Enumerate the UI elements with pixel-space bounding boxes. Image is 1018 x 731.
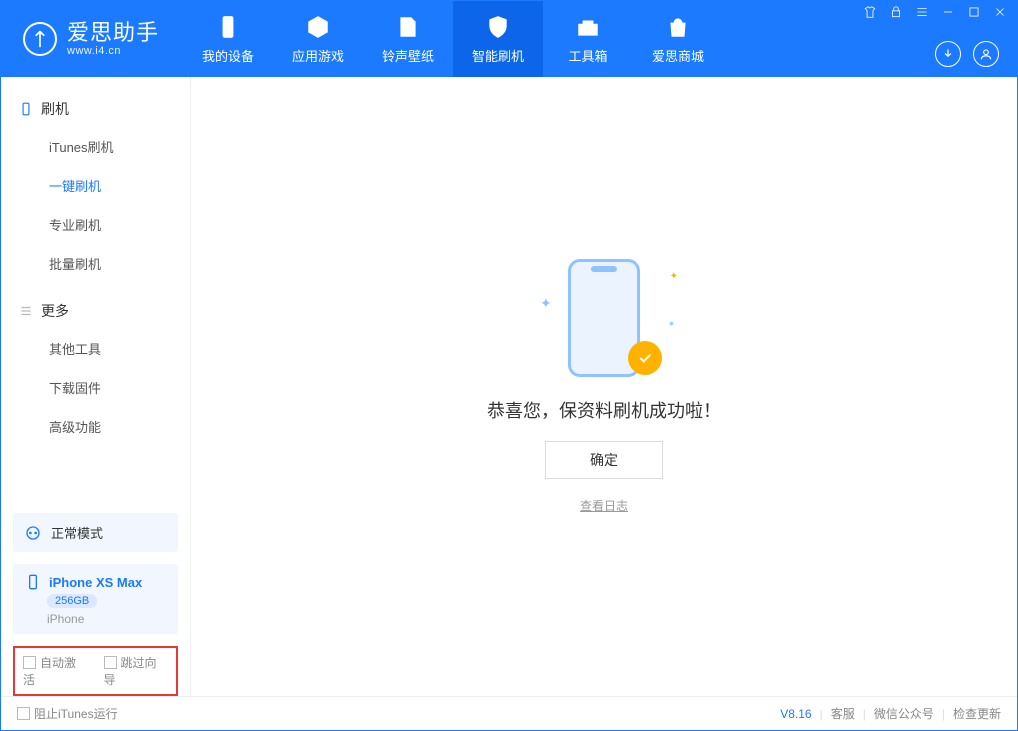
tab-my-device[interactable]: 我的设备 [183,1,273,77]
tab-label: 应用游戏 [292,46,344,65]
device-type: iPhone [47,612,84,626]
tab-store[interactable]: 爱思商城 [633,1,723,77]
device-mode-card[interactable]: 正常模式 [13,513,178,552]
status-bar: 阻止iTunes运行 V8.16 | 客服 | 微信公众号 | 检查更新 [1,696,1017,730]
bag-icon [665,14,691,40]
sidebar-item-batch-flash[interactable]: 批量刷机 [1,244,190,283]
sidebar-item-itunes-flash[interactable]: iTunes刷机 [1,127,190,166]
phone-outline-icon [19,102,33,116]
check-update-link[interactable]: 检查更新 [953,705,1001,722]
shield-refresh-icon [485,14,511,40]
auto-activate-checkbox[interactable]: 自动激活 [23,654,88,688]
tab-label: 铃声壁纸 [382,46,434,65]
sidebar-item-other-tools[interactable]: 其他工具 [1,329,190,368]
app-header: 爱思助手 www.i4.cn 我的设备 应用游戏 铃声壁纸 智能刷机 工具箱 爱… [1,1,1017,77]
tab-label: 爱思商城 [652,46,704,65]
flash-options-row: 自动激活 跳过向导 [13,646,178,696]
sidebar-group-flash: 刷机 [1,91,190,127]
view-log-link[interactable]: 查看日志 [580,497,628,514]
app-name: 爱思助手 [67,22,159,44]
account-button[interactable] [973,41,999,67]
opt-label: 阻止iTunes运行 [34,707,118,721]
success-illustration: ✦ ✦ • [534,259,674,379]
tab-toolbox[interactable]: 工具箱 [543,1,633,77]
tab-label: 工具箱 [569,46,608,65]
main-content: ✦ ✦ • 恭喜您，保资料刷机成功啦！ 确定 查看日志 [191,77,1017,696]
sidebar-item-download-fw[interactable]: 下载固件 [1,368,190,407]
tab-apps[interactable]: 应用游戏 [273,1,363,77]
tab-label: 我的设备 [202,46,254,65]
lock-icon[interactable] [889,5,903,19]
cube-icon [305,14,331,40]
version-label: V8.16 [780,707,811,721]
check-badge-icon [628,341,662,375]
sidebar-item-one-click[interactable]: 一键刷机 [1,166,190,205]
sparkle-icon: ✦ [540,295,552,312]
tab-ringtones[interactable]: 铃声壁纸 [363,1,453,77]
wechat-link[interactable]: 微信公众号 [874,705,934,722]
device-card[interactable]: iPhone XS Max 256GB iPhone [13,564,178,634]
phone-icon [215,14,241,40]
block-itunes-checkbox[interactable]: 阻止iTunes运行 [17,705,118,722]
sync-icon [25,525,41,541]
shirt-icon[interactable] [863,5,877,19]
menu-icon[interactable] [915,5,929,19]
window-controls [863,5,1007,19]
logo-icon [23,22,57,56]
sidebar-item-pro-flash[interactable]: 专业刷机 [1,205,190,244]
sidebar-item-advanced[interactable]: 高级功能 [1,407,190,446]
skip-guide-checkbox[interactable]: 跳过向导 [104,654,169,688]
ok-button[interactable]: 确定 [545,441,663,479]
maximize-button[interactable] [967,5,981,19]
sidebar: 刷机 iTunes刷机 一键刷机 专业刷机 批量刷机 更多 其他工具 下载固件 … [1,77,191,696]
sidebar-group-more: 更多 [1,293,190,329]
toolbox-icon [575,14,601,40]
group-label: 更多 [41,301,69,321]
support-link[interactable]: 客服 [831,705,855,722]
success-message: 恭喜您，保资料刷机成功啦！ [487,397,721,423]
device-name: iPhone XS Max [49,575,142,590]
top-tabs: 我的设备 应用游戏 铃声壁纸 智能刷机 工具箱 爱思商城 [183,1,723,77]
mode-label: 正常模式 [51,523,103,542]
device-storage: 256GB [47,594,97,608]
minimize-button[interactable] [941,5,955,19]
music-file-icon [395,14,421,40]
tab-flash[interactable]: 智能刷机 [453,1,543,77]
tab-label: 智能刷机 [472,46,524,65]
header-right-buttons [935,41,999,67]
list-icon [19,304,33,318]
sparkle-icon: ✦ [670,271,678,282]
app-logo: 爱思助手 www.i4.cn [1,22,177,57]
app-site: www.i4.cn [67,46,159,57]
sparkle-icon: • [669,315,674,331]
group-label: 刷机 [41,99,69,119]
download-button[interactable] [935,41,961,67]
close-button[interactable] [993,5,1007,19]
device-icon [25,574,41,590]
